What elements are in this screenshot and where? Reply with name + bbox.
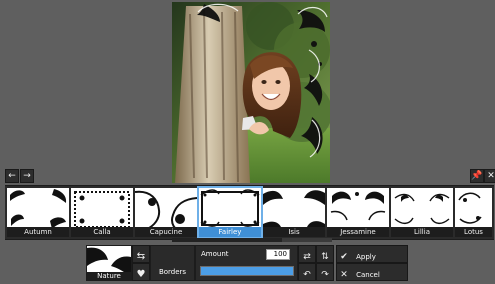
thumbnail-scroll-track[interactable]: [172, 238, 332, 242]
close-button[interactable]: ✕: [484, 169, 495, 183]
scroll-left-button[interactable]: ←: [5, 169, 19, 183]
border-label-autumn: Autumn: [7, 227, 69, 237]
amount-input[interactable]: 100: [266, 249, 290, 260]
amount-label: Amount: [201, 250, 229, 258]
cancel-label: Cancel: [356, 271, 380, 279]
border-thumb-fairley[interactable]: Fairley: [197, 186, 263, 239]
pin-button[interactable]: 📌: [470, 169, 484, 183]
amount-slider[interactable]: [200, 266, 294, 276]
apply-label: Apply: [356, 253, 376, 261]
thumbnail-scroll-thumb[interactable]: [172, 238, 282, 242]
favorite-border-button[interactable]: ♥: [132, 263, 150, 281]
rotate-right-button[interactable]: ↷: [316, 263, 334, 281]
photo-image: [172, 2, 330, 183]
border-label-lotus: Lotus: [455, 227, 492, 237]
border-label-capucine: Capucine: [135, 227, 197, 237]
rotate-right-icon: ↷: [321, 270, 329, 280]
arrow-right-icon: →: [23, 171, 31, 181]
selected-border-preview: Nature: [86, 245, 132, 281]
borders-category-label: Borders: [158, 268, 187, 276]
amount-slider-fill: [201, 267, 293, 275]
border-thumbnail-strip: Autumn Calla Capucine Fairley Isis Jessa…: [5, 185, 494, 240]
apply-button[interactable]: ✔ Apply: [336, 245, 408, 263]
cancel-icon: ✕: [340, 270, 348, 280]
border-label-calla: Calla: [71, 227, 133, 237]
borders-category-panel[interactable]: Borders: [150, 245, 195, 281]
flip-vertical-icon: ⇅: [321, 252, 329, 262]
border-label-lillia: Lillia: [391, 227, 453, 237]
flip-vertical-button[interactable]: ⇅: [316, 245, 334, 263]
pin-icon: 📌: [471, 171, 483, 181]
border-controls-panel: Nature ⇆ ♥ Borders Amount 100 ⇄ ⇅ ↶ ↷ ✔ …: [0, 243, 495, 282]
rotate-left-icon: ↶: [303, 270, 311, 280]
shuffle-icon: ⇆: [136, 251, 146, 262]
close-icon: ✕: [487, 171, 495, 181]
cancel-button[interactable]: ✕ Cancel: [336, 263, 408, 281]
nature-label: Nature: [87, 272, 131, 280]
border-thumb-autumn[interactable]: Autumn: [7, 188, 69, 237]
amount-panel: Amount 100: [195, 245, 298, 281]
flip-horizontal-icon: ⇄: [303, 252, 311, 262]
border-thumb-lotus[interactable]: Lotus: [455, 188, 492, 237]
photo-preview: [172, 2, 330, 183]
border-thumb-isis[interactable]: Isis: [263, 188, 325, 237]
border-thumb-calla[interactable]: Calla: [71, 188, 133, 237]
border-thumb-capucine[interactable]: Capucine: [135, 188, 197, 237]
scroll-right-button[interactable]: →: [20, 169, 34, 183]
border-label-isis: Isis: [263, 227, 325, 237]
border-label-jessamine: Jessamine: [327, 227, 389, 237]
rotate-left-button[interactable]: ↶: [298, 263, 316, 281]
border-thumb-lillia[interactable]: Lillia: [391, 188, 453, 237]
heart-icon: ♥: [136, 269, 146, 280]
border-thumb-jessamine[interactable]: Jessamine: [327, 188, 389, 237]
arrow-left-icon: ←: [8, 171, 16, 181]
flip-horizontal-button[interactable]: ⇄: [298, 245, 316, 263]
border-label-fairley: Fairley: [199, 227, 261, 237]
random-border-button[interactable]: ⇆: [132, 245, 150, 263]
image-canvas: [0, 0, 495, 183]
